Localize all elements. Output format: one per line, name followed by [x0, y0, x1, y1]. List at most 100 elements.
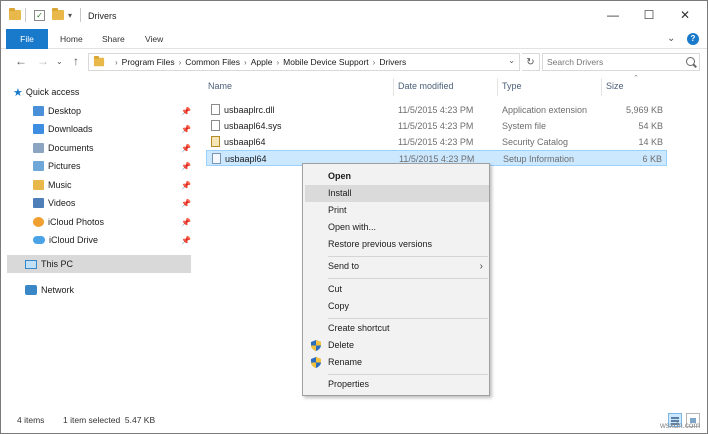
file-size: 14 KB: [638, 137, 663, 147]
uac-shield-icon: [311, 340, 321, 351]
menu-separator: [328, 278, 488, 279]
column-header-date[interactable]: Date modified: [398, 81, 454, 91]
close-button[interactable]: ✕: [668, 5, 702, 25]
table-row[interactable]: usbaapl64 11/5/2015 4:23 PM Security Cat…: [206, 134, 667, 150]
videos-folder-icon: [33, 198, 44, 208]
customize-quick-access-icon[interactable]: ▾: [68, 7, 72, 23]
pin-icon[interactable]: 📌: [181, 107, 191, 116]
sidebar-item-quick-access[interactable]: ★ Quick access: [13, 83, 203, 101]
column-divider[interactable]: [497, 78, 498, 96]
breadcrumb-separator-icon: ›: [115, 57, 118, 67]
file-size: 54 KB: [638, 121, 663, 131]
menu-item-delete[interactable]: Delete: [305, 337, 489, 354]
address-dropdown-icon[interactable]: ⌄: [508, 56, 515, 65]
sidebar-item-label: Documents: [48, 143, 94, 153]
tab-share[interactable]: Share: [102, 29, 125, 49]
back-arrow-icon[interactable]: ←: [15, 54, 27, 68]
context-menu: Open Install Print Open with... Restore …: [302, 163, 490, 396]
recent-locations-icon[interactable]: ⌄: [56, 57, 63, 66]
icloud-photos-icon: [33, 217, 44, 227]
file-size: 5,969 KB: [625, 105, 663, 115]
title-bar: ✓ ▾ Drivers — ☐ ✕: [1, 1, 707, 29]
sidebar-item-videos[interactable]: Videos 📌: [33, 194, 193, 212]
pin-icon[interactable]: 📌: [181, 236, 191, 245]
window-title: Drivers: [88, 11, 117, 21]
address-bar[interactable]: › Program Files › Common Files › Apple ›…: [88, 53, 520, 71]
menu-item-restore-previous-versions[interactable]: Restore previous versions: [305, 236, 489, 253]
pin-icon[interactable]: 📌: [181, 162, 191, 171]
menu-item-open-with[interactable]: Open with...: [305, 219, 489, 236]
breadcrumb-separator-icon[interactable]: ›: [373, 58, 376, 67]
menu-item-print[interactable]: Print: [305, 202, 489, 219]
menu-item-properties[interactable]: Properties: [305, 376, 489, 393]
sidebar-item-this-pc[interactable]: This PC: [7, 255, 191, 273]
computer-icon: [25, 259, 37, 269]
dll-file-icon: [211, 104, 220, 115]
menu-item-copy[interactable]: Copy: [305, 298, 489, 315]
column-header-name[interactable]: Name: [208, 81, 232, 91]
pin-icon[interactable]: 📌: [181, 181, 191, 190]
menu-item-open[interactable]: Open: [305, 168, 489, 185]
column-header-type[interactable]: Type: [502, 81, 522, 91]
sidebar-item-downloads[interactable]: Downloads 📌: [33, 120, 193, 138]
menu-separator: [328, 318, 488, 319]
breadcrumb-mobile-device-support[interactable]: Mobile Device Support: [283, 57, 369, 67]
search-input[interactable]: Search Drivers: [542, 53, 700, 71]
breadcrumb-separator-icon[interactable]: ›: [244, 58, 247, 67]
menu-item-label: Send to: [328, 261, 360, 271]
chevron-down-icon[interactable]: ⌄: [667, 33, 675, 44]
column-header-size[interactable]: Size: [606, 81, 624, 91]
up-arrow-icon[interactable]: ↑: [73, 54, 79, 68]
desktop-folder-icon: [33, 106, 44, 116]
column-divider[interactable]: [393, 78, 394, 96]
forward-arrow-icon[interactable]: →: [37, 54, 49, 68]
file-size: 6 KB: [642, 154, 662, 164]
pin-icon[interactable]: 📌: [181, 218, 191, 227]
menu-item-install[interactable]: Install: [305, 185, 489, 202]
item-count: 4 items: [17, 415, 45, 425]
breadcrumb-program-files[interactable]: Program Files: [122, 57, 175, 67]
tab-file[interactable]: File: [6, 29, 48, 49]
sidebar-item-network[interactable]: Network: [25, 281, 185, 299]
menu-item-rename[interactable]: Rename: [305, 354, 489, 371]
music-folder-icon: [33, 180, 44, 190]
sidebar-item-pictures[interactable]: Pictures 📌: [33, 157, 193, 175]
help-icon[interactable]: ?: [687, 33, 699, 45]
pin-icon[interactable]: 📌: [181, 144, 191, 153]
minimize-button[interactable]: —: [596, 5, 630, 25]
menu-item-send-to[interactable]: Send to ›: [305, 258, 489, 275]
tab-home[interactable]: Home: [60, 29, 83, 49]
catalog-file-icon: [211, 136, 220, 147]
tab-view[interactable]: View: [145, 29, 163, 49]
watermark: wsxdn.com: [660, 421, 701, 430]
pin-icon[interactable]: 📌: [181, 199, 191, 208]
breadcrumb-separator-icon[interactable]: ›: [179, 58, 182, 67]
sidebar-item-documents[interactable]: Documents 📌: [33, 139, 193, 157]
file-type: System file: [502, 121, 547, 131]
table-row[interactable]: usbaapl64.sys 11/5/2015 4:23 PM System f…: [206, 118, 667, 134]
menu-item-label: Delete: [328, 340, 355, 350]
sidebar-item-music[interactable]: Music 📌: [33, 176, 193, 194]
uac-shield-icon: [311, 357, 321, 368]
file-name: usbaapl64: [225, 154, 267, 164]
breadcrumb-common-files[interactable]: Common Files: [185, 57, 240, 67]
refresh-icon[interactable]: ↻: [522, 53, 540, 71]
menu-item-cut[interactable]: Cut: [305, 281, 489, 298]
properties-quick-icon[interactable]: ✓: [34, 7, 45, 23]
breadcrumb-separator-icon[interactable]: ›: [276, 58, 279, 67]
breadcrumb-drivers[interactable]: Drivers: [379, 57, 406, 67]
file-type: Application extension: [502, 105, 588, 115]
sidebar-item-icloud-drive[interactable]: iCloud Drive 📌: [33, 231, 193, 249]
sidebar-item-desktop[interactable]: Desktop 📌: [33, 102, 193, 120]
breadcrumb-apple[interactable]: Apple: [251, 57, 273, 67]
explorer-window: ✓ ▾ Drivers — ☐ ✕ File Home Share View ⌄…: [0, 0, 708, 434]
status-bar: 4 items 1 item selected 5.47 KB: [1, 411, 707, 433]
new-folder-quick-icon[interactable]: [52, 7, 64, 23]
pin-icon[interactable]: 📌: [181, 125, 191, 134]
sidebar-item-icloud-photos[interactable]: iCloud Photos 📌: [33, 213, 193, 231]
column-divider[interactable]: [601, 78, 602, 96]
sidebar-item-label: Downloads: [48, 124, 93, 134]
table-row[interactable]: usbaaplrc.dll 11/5/2015 4:23 PM Applicat…: [206, 102, 667, 118]
maximize-button[interactable]: ☐: [632, 5, 666, 25]
menu-item-create-shortcut[interactable]: Create shortcut: [305, 320, 489, 337]
